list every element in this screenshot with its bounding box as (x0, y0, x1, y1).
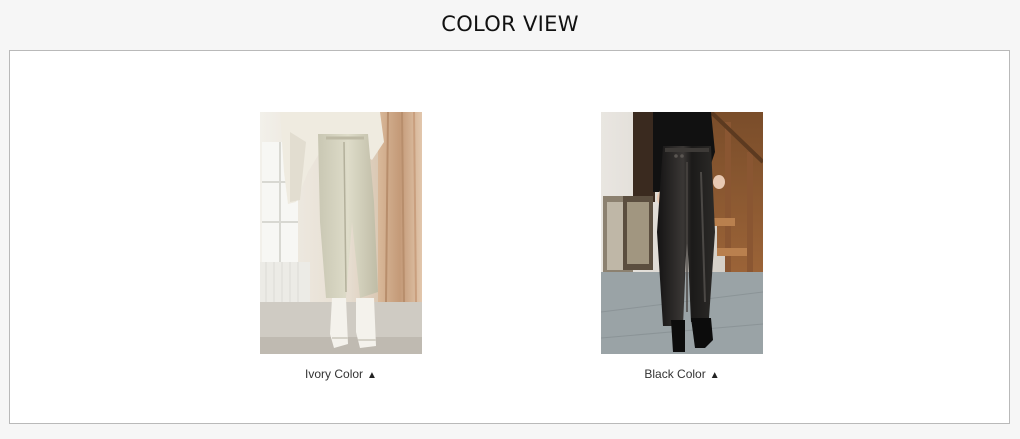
triangle-up-icon: ▲ (367, 370, 377, 381)
black-color-caption[interactable]: Black Color ▲ (601, 367, 763, 381)
black-pants-photo[interactable] (601, 112, 763, 354)
ivory-color-label: Ivory Color (305, 367, 364, 381)
color-view-frame: Ivory Color ▲ Black Color ▲ (9, 50, 1010, 424)
color-view-page: COLOR VIEW Ivory Color ▲ Black Color ▲ (0, 0, 1020, 439)
section-title: COLOR VIEW (441, 12, 579, 36)
ivory-color-caption[interactable]: Ivory Color ▲ (260, 367, 422, 381)
ivory-pants-photo[interactable] (260, 112, 422, 354)
color-card-black[interactable]: Black Color ▲ (601, 112, 763, 381)
triangle-up-icon: ▲ (709, 370, 720, 381)
color-card-ivory[interactable]: Ivory Color ▲ (260, 112, 422, 381)
black-color-label: Black Color (644, 367, 706, 381)
